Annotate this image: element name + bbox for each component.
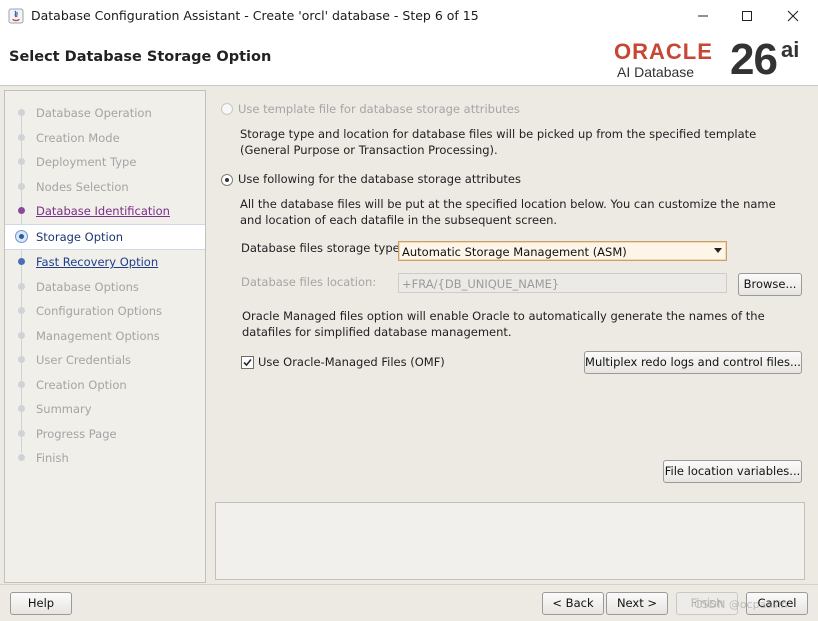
step-label: Storage Option — [36, 229, 124, 244]
step-user-credentials: User Credentials — [5, 348, 205, 373]
logo-word: ORACLE — [614, 39, 713, 64]
custom-storage-description: All the database files will be put at th… — [240, 197, 776, 227]
step-database-operation: Database Operation — [5, 101, 205, 126]
step-label: Nodes Selection — [36, 179, 129, 194]
minimize-button[interactable] — [680, 0, 726, 32]
multiplex-redo-button[interactable]: Multiplex redo logs and control files... — [584, 351, 802, 374]
step-storage-option[interactable]: Storage Option — [5, 223, 205, 250]
step-nodes-selection: Nodes Selection — [5, 175, 205, 200]
step-label: Management Options — [36, 328, 160, 343]
step-creation-mode: Creation Mode — [5, 126, 205, 151]
template-storage-description: Storage type and location for database f… — [240, 127, 757, 157]
footer-divider — [0, 584, 818, 585]
back-button[interactable]: < Back — [542, 592, 604, 615]
step-dot-icon — [18, 356, 25, 363]
step-label: Creation Mode — [36, 130, 120, 145]
step-dot-icon — [18, 258, 25, 265]
java-app-icon — [8, 8, 24, 24]
step-dot-icon — [18, 182, 25, 190]
step-label: Finish — [36, 451, 69, 465]
step-current-icon — [15, 229, 28, 243]
omf-checkbox[interactable] — [241, 356, 254, 369]
step-label: Database Operation — [36, 106, 152, 120]
step-dot-icon — [18, 207, 25, 214]
page-header: Select Database Storage Option ORACLE AI… — [0, 32, 818, 86]
step-finish: Finish — [5, 446, 205, 471]
step-label: Configuration Options — [36, 304, 163, 318]
logo-subtitle: AI Database — [617, 64, 695, 80]
omf-description: Oracle Managed files option will enable … — [242, 309, 765, 339]
omf-label: Use Oracle-Managed Files (OMF) — [258, 355, 445, 369]
step-dot-icon — [18, 429, 25, 437]
step-label: Progress Page — [36, 426, 117, 441]
step-deployment-type: Deployment Type — [5, 150, 205, 175]
storage-type-select[interactable]: Automatic Storage Management (ASM) — [398, 241, 727, 261]
help-button[interactable]: Help — [10, 592, 72, 615]
template-storage-radio[interactable] — [221, 103, 233, 115]
storage-type-value: Automatic Storage Management (ASM) — [402, 245, 627, 259]
steps-list: Database Operation Creation Mode Deploym… — [5, 101, 205, 471]
file-location-variables-button[interactable]: File location variables... — [663, 460, 802, 483]
checkmark-icon — [243, 358, 252, 367]
maximize-button[interactable] — [724, 0, 770, 32]
browse-button[interactable]: Browse... — [738, 273, 802, 296]
step-dot-icon — [18, 307, 25, 314]
step-management-options: Management Options — [5, 324, 205, 349]
next-button[interactable]: Next > — [606, 592, 668, 615]
window-title-bar: Database Configuration Assistant - Creat… — [0, 0, 818, 33]
step-dot-icon — [18, 405, 25, 412]
step-configuration-options: Configuration Options — [5, 299, 205, 324]
files-location-value: +FRA/{DB_UNIQUE_NAME} — [402, 277, 560, 291]
step-summary: Summary — [5, 397, 205, 422]
step-dot-icon — [18, 282, 25, 290]
custom-storage-radio[interactable] — [221, 174, 233, 186]
files-location-input[interactable]: +FRA/{DB_UNIQUE_NAME} — [398, 273, 727, 293]
step-dot-icon — [18, 133, 25, 141]
logo-suffix: ai — [781, 37, 800, 62]
step-label: Fast Recovery Option — [36, 255, 159, 269]
step-fast-recovery-option[interactable]: Fast Recovery Option — [5, 250, 205, 275]
close-icon — [787, 10, 799, 22]
storage-type-label: Database files storage type: — [241, 241, 404, 255]
files-location-label: Database files location: — [241, 275, 377, 289]
step-label: User Credentials — [36, 353, 132, 367]
step-dot-icon — [18, 454, 25, 461]
step-dot-icon — [18, 158, 25, 165]
step-label: Deployment Type — [36, 155, 137, 169]
message-area — [215, 502, 805, 580]
close-window-button[interactable] — [770, 0, 816, 32]
template-storage-label: Use template file for database storage a… — [238, 102, 520, 116]
maximize-icon — [742, 11, 752, 21]
step-label: Creation Option — [36, 377, 127, 392]
step-dot-icon — [18, 331, 25, 339]
step-dot-icon — [18, 380, 25, 388]
step-creation-option: Creation Option — [5, 373, 205, 398]
window-title: Database Configuration Assistant - Creat… — [31, 8, 479, 23]
dropdown-arrow-icon — [714, 248, 722, 253]
step-database-identification[interactable]: Database Identification — [5, 199, 205, 224]
step-progress-page: Progress Page — [5, 422, 205, 447]
oracle-logo: ORACLE AI Database 26 ai — [614, 35, 814, 84]
custom-storage-label: Use following for the database storage a… — [238, 172, 521, 186]
page-title: Select Database Storage Option — [9, 49, 272, 65]
step-label: Database Identification — [36, 204, 170, 218]
steps-panel: Database Operation Creation Mode Deploym… — [4, 90, 206, 583]
step-dot-icon — [18, 109, 25, 116]
step-label: Summary — [36, 402, 92, 416]
step-database-options: Database Options — [5, 275, 205, 300]
logo-version: 26 — [730, 35, 778, 84]
step-label: Database Options — [36, 279, 139, 294]
minimize-icon — [698, 15, 708, 17]
watermark-text: CSDN @ocpassin — [694, 598, 788, 611]
